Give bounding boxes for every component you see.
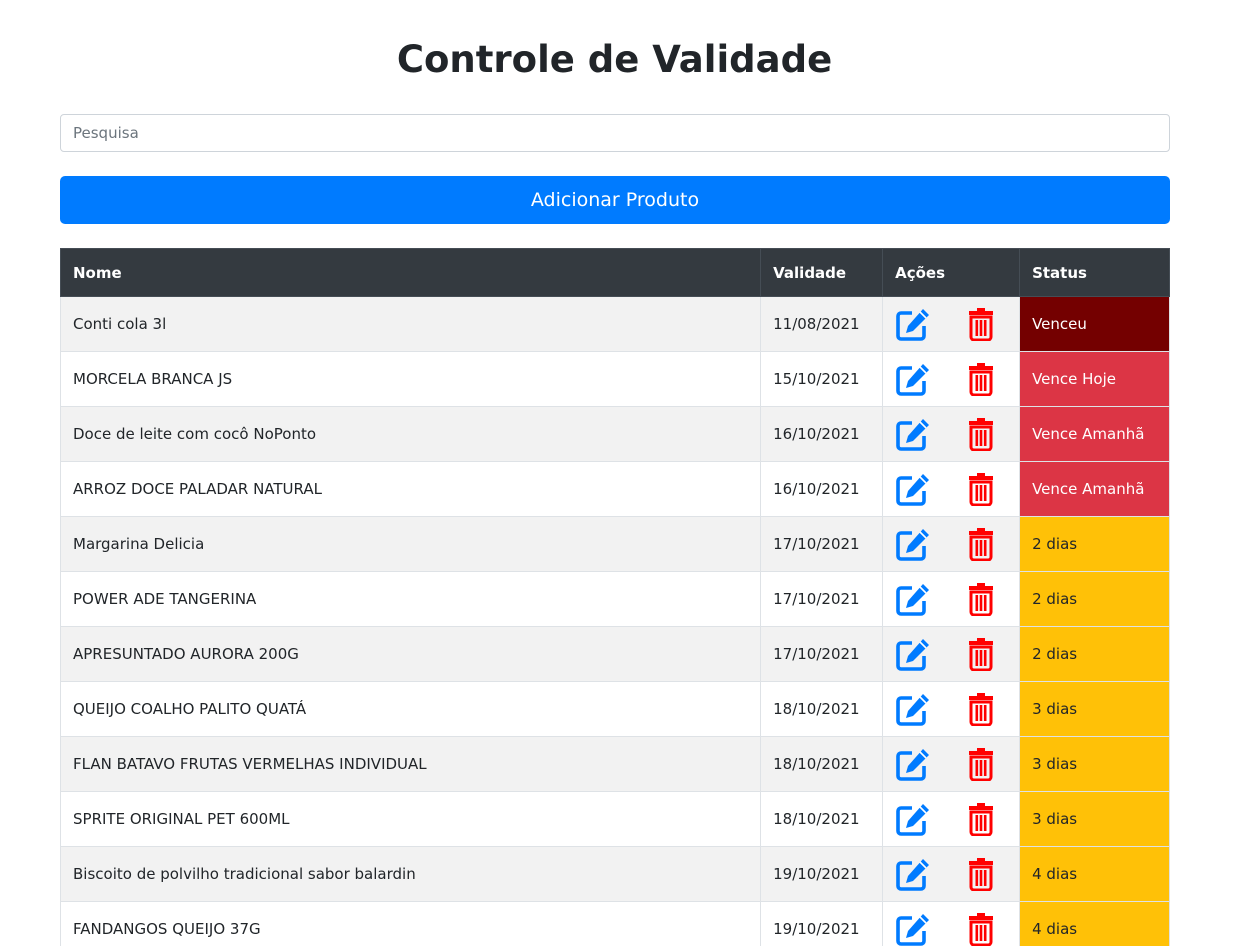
table-row: Conti cola 3l 11/08/2021 Venceu: [59, 296, 1170, 352]
expiry-date: 18/10/2021: [760, 791, 884, 847]
products-table: Nome Validade Ações Status Conti cola 3l…: [59, 248, 1170, 946]
expiry-date: 11/08/2021: [760, 296, 884, 352]
search-input[interactable]: [60, 114, 1170, 152]
trash-icon[interactable]: [963, 526, 999, 562]
row-actions: [882, 296, 1021, 352]
status-badge: 2 dias: [1019, 516, 1170, 572]
status-badge: 4 dias: [1019, 846, 1170, 902]
edit-icon[interactable]: [895, 416, 931, 452]
status-badge: 2 dias: [1019, 626, 1170, 682]
table-header-row: Nome Validade Ações Status: [59, 248, 1170, 297]
trash-icon[interactable]: [963, 306, 999, 342]
expiry-date: 18/10/2021: [760, 681, 884, 737]
product-name: FLAN BATAVO FRUTAS VERMELHAS INDIVIDUAL: [59, 736, 762, 792]
edit-icon[interactable]: [895, 581, 931, 617]
status-badge: 3 dias: [1019, 736, 1170, 792]
table-row: ARROZ DOCE PALADAR NATURAL 16/10/2021 Venc…: [59, 461, 1170, 517]
trash-icon[interactable]: [963, 801, 999, 837]
header-date: Validade: [760, 248, 884, 297]
table-row: Biscoito de polvilho tradicional sabor b…: [59, 846, 1170, 902]
row-actions: [882, 571, 1021, 627]
edit-icon[interactable]: [895, 746, 931, 782]
product-name: MORCELA BRANCA JS: [59, 351, 762, 407]
edit-icon[interactable]: [895, 691, 931, 727]
trash-icon[interactable]: [963, 691, 999, 727]
product-name: Conti cola 3l: [59, 296, 762, 352]
trash-icon[interactable]: [963, 856, 999, 892]
status-badge: 4 dias: [1019, 901, 1170, 946]
expiry-date: 17/10/2021: [760, 571, 884, 627]
edit-icon[interactable]: [895, 471, 931, 507]
status-badge: 3 dias: [1019, 791, 1170, 847]
status-badge: Vence Hoje: [1019, 351, 1170, 407]
table-row: MORCELA BRANCA JS 15/10/2021 Vence Hoje: [59, 351, 1170, 407]
product-name: Doce de leite com cocô NoPonto: [59, 406, 762, 462]
expiry-date: 19/10/2021: [760, 901, 884, 946]
header-status: Status: [1019, 248, 1170, 297]
product-name: APRESUNTADO AURORA 200G: [59, 626, 762, 682]
row-actions: [882, 516, 1021, 572]
row-actions: [882, 736, 1021, 792]
status-badge: Vence Amanhã: [1019, 406, 1170, 462]
table-row: FANDANGOS QUEIJO 37G 19/10/2021 4 dias: [59, 901, 1170, 946]
table-row: SPRITE ORIGINAL PET 600ML 18/10/2021 3 dia…: [59, 791, 1170, 847]
trash-icon[interactable]: [963, 471, 999, 507]
edit-icon[interactable]: [895, 306, 931, 342]
status-badge: Venceu: [1019, 296, 1170, 352]
row-actions: [882, 901, 1021, 946]
product-name: Biscoito de polvilho tradicional sabor b…: [59, 846, 762, 902]
edit-icon[interactable]: [895, 911, 931, 946]
table-row: APRESUNTADO AURORA 200G 17/10/2021 2 dias: [59, 626, 1170, 682]
edit-icon[interactable]: [895, 856, 931, 892]
table-row: POWER ADE TANGERINA 17/10/2021 2 dias: [59, 571, 1170, 627]
page-title: Controle de Validade: [396, 38, 833, 81]
row-actions: [882, 791, 1021, 847]
expiry-date: 16/10/2021: [760, 461, 884, 517]
trash-icon[interactable]: [963, 636, 999, 672]
trash-icon[interactable]: [963, 361, 999, 397]
table-row: FLAN BATAVO FRUTAS VERMELHAS INDIVIDUAL 1…: [59, 736, 1170, 792]
product-name: POWER ADE TANGERINA: [59, 571, 762, 627]
edit-icon[interactable]: [895, 361, 931, 397]
table-row: QUEIJO COALHO PALITO QUATÁ 18/10/2021 3 di…: [59, 681, 1170, 737]
add-product-button[interactable]: Adicionar Produto: [60, 176, 1170, 224]
status-badge: 3 dias: [1019, 681, 1170, 737]
row-actions: [882, 351, 1021, 407]
header-name: Nome: [59, 248, 762, 297]
product-name: QUEIJO COALHO PALITO QUATÁ: [59, 681, 762, 737]
expiry-date: 19/10/2021: [760, 846, 884, 902]
expiry-date: 15/10/2021: [760, 351, 884, 407]
row-actions: [882, 626, 1021, 682]
table-row: Margarina Delicia 17/10/2021 2 dias: [59, 516, 1170, 572]
product-name: Margarina Delicia: [59, 516, 762, 572]
product-name: FANDANGOS QUEIJO 37G: [59, 901, 762, 946]
product-name: ARROZ DOCE PALADAR NATURAL: [59, 461, 762, 517]
product-name: SPRITE ORIGINAL PET 600ML: [59, 791, 762, 847]
expiry-date: 17/10/2021: [760, 516, 884, 572]
status-badge: Vence Amanhã: [1019, 461, 1170, 517]
trash-icon[interactable]: [963, 581, 999, 617]
trash-icon[interactable]: [963, 911, 999, 946]
row-actions: [882, 461, 1021, 517]
table-row: Doce de leite com cocô NoPonto 16/10/2021…: [59, 406, 1170, 462]
trash-icon[interactable]: [963, 746, 999, 782]
row-actions: [882, 406, 1021, 462]
trash-icon[interactable]: [963, 416, 999, 452]
row-actions: [882, 846, 1021, 902]
status-badge: 2 dias: [1019, 571, 1170, 627]
expiry-date: 18/10/2021: [760, 736, 884, 792]
header-actions: Ações: [882, 248, 1021, 297]
expiry-date: 17/10/2021: [760, 626, 884, 682]
edit-icon[interactable]: [895, 636, 931, 672]
row-actions: [882, 681, 1021, 737]
edit-icon[interactable]: [895, 801, 931, 837]
edit-icon[interactable]: [895, 526, 931, 562]
expiry-date: 16/10/2021: [760, 406, 884, 462]
